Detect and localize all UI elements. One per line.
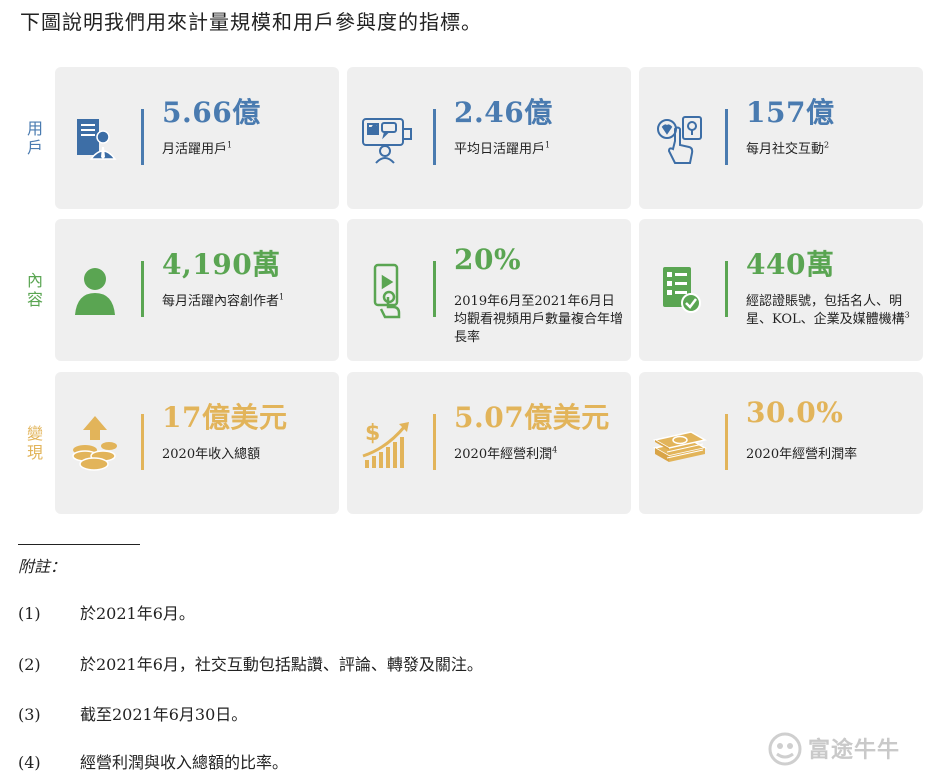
metric-card-op-margin: 30.0% 2020年經營利潤率 — [639, 372, 923, 514]
metric-desc: 2020年經營利潤4 — [454, 445, 558, 462]
user-computer-icon — [63, 105, 127, 169]
metric-value: 30.0% — [746, 396, 844, 429]
row-label-monetization: 變現 — [26, 424, 43, 462]
dollar-growth-icon: $ — [355, 410, 419, 474]
row-label-users: 用戶 — [26, 119, 43, 157]
metric-value: 4,190萬 — [162, 248, 281, 281]
notes-divider — [18, 544, 140, 545]
metric-card-mau: 5.66億 月活躍用戶1 — [55, 67, 339, 209]
checklist-icon — [647, 257, 711, 321]
row-label-content: 內容 — [26, 271, 43, 309]
metric-value: 157億 — [746, 96, 835, 129]
note-item: (4) 經營利潤與收入總額的比率。 — [18, 753, 289, 772]
metric-value: 17億美元 — [162, 401, 288, 434]
metric-desc: 每月活躍內容創作者1 — [162, 292, 285, 309]
metric-desc: 2020年經營利潤率 — [746, 447, 858, 462]
watermark-text: 富途牛牛 — [808, 738, 901, 763]
note-item: (3) 截至2021年6月30日。 — [18, 705, 248, 724]
metric-value: 20% — [454, 243, 522, 276]
note-item: (1) 於2021年6月。 — [18, 604, 195, 623]
person-silhouette-icon — [63, 257, 127, 321]
metric-card-dau: 2.46億 平均日活躍用戶1 — [347, 67, 631, 209]
coins-arrow-icon — [63, 410, 127, 474]
metric-value: 440萬 — [746, 248, 835, 281]
metric-card-social: 157億 每月社交互動2 — [639, 67, 923, 209]
metric-card-op-income: $ 5.07億美元 2020年經營利潤4 — [347, 372, 631, 514]
metric-card-revenue: 17億美元 2020年收入總額 — [55, 372, 339, 514]
metric-desc: 2019年6月至2021年6月日均觀看視頻用戶數量複合年增長率 — [454, 294, 624, 345]
metric-value: 5.07億美元 — [454, 401, 610, 434]
note-item: (2) 於2021年6月，社交互動包括點讚、評論、轉發及關注。 — [18, 655, 483, 674]
metric-value: 5.66億 — [162, 96, 261, 129]
metric-desc: 2020年收入總額 — [162, 447, 261, 462]
metric-value: 2.46億 — [454, 96, 553, 129]
cash-stack-icon — [647, 410, 711, 474]
metric-desc: 每月社交互動2 — [746, 140, 830, 157]
metric-desc: 經認證賬號，包括名人、明星、KOL、企業及媒體機構3 — [746, 294, 910, 327]
tap-like-icon — [647, 105, 711, 169]
futu-logo-icon — [768, 732, 802, 766]
metric-card-verified: 440萬 經認證賬號，包括名人、明星、KOL、企業及媒體機構3 — [639, 219, 923, 361]
metric-desc: 月活躍用戶1 — [162, 140, 233, 157]
metric-desc: 平均日活躍用戶1 — [454, 140, 551, 157]
social-screen-icon — [355, 105, 419, 169]
watermark: 富途牛牛 — [768, 728, 938, 768]
notes-title: 附註： — [18, 557, 67, 576]
intro-text: 下圖說明我們用來計量規模和用戶參與度的指標。 — [20, 10, 482, 34]
metric-card-video: 20% 2019年6月至2021年6月日均觀看視頻用戶數量複合年增長率 — [347, 219, 631, 361]
svg-text:$: $ — [365, 421, 380, 446]
metric-card-creators: 4,190萬 每月活躍內容創作者1 — [55, 219, 339, 361]
phone-video-icon — [355, 257, 419, 321]
